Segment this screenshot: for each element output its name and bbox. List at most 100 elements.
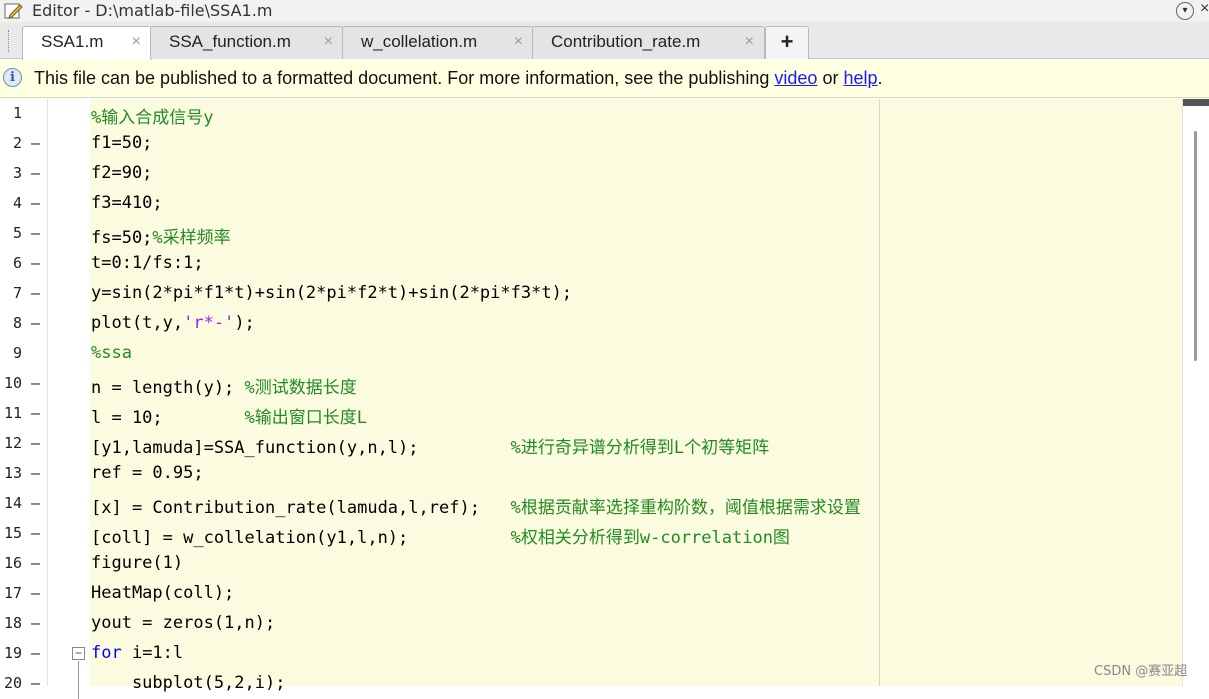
line-number: 16 <box>3 554 22 572</box>
code-line[interactable]: 11– l = 10; %输出窗口长度L <box>0 399 1182 429</box>
code-comment: %输入合成信号y <box>91 108 214 128</box>
code-line[interactable]: 20– subplot(5,2,i); <box>0 669 1182 699</box>
editor-tab-bar: SSA1.m × SSA_function.m × w_collelation.… <box>0 22 1209 60</box>
help-link[interactable]: help <box>843 68 877 88</box>
line-number: 20 <box>3 674 22 692</box>
breakpoint-marker[interactable]: – <box>31 434 40 452</box>
code-line[interactable]: 10– n = length(y); %测试数据长度 <box>0 369 1182 399</box>
code-line[interactable]: 3– f2=90; <box>0 159 1182 189</box>
code-line[interactable]: 4– f3=410; <box>0 189 1182 219</box>
tab-close-icon[interactable]: × <box>132 33 141 51</box>
vertical-scrollbar[interactable] <box>1182 99 1209 686</box>
code-text: f2=90; <box>91 163 152 183</box>
tab-close-icon[interactable]: × <box>745 33 754 51</box>
code-text: HeatMap(coll); <box>91 583 234 603</box>
tab-bar-grip <box>8 30 11 52</box>
code-keyword: for <box>91 643 122 663</box>
code-line[interactable]: 12– [y1,lamuda]=SSA_function(y,n,l); %进行奇… <box>0 429 1182 459</box>
code-text: subplot(5,2,i); <box>91 673 286 693</box>
code-text: y=sin(2*pi*f1*t)+sin(2*pi*f2*t)+sin(2*pi… <box>91 283 572 303</box>
line-number: 14 <box>3 494 22 512</box>
breakpoint-marker[interactable]: – <box>31 254 40 272</box>
breakpoint-marker[interactable]: – <box>31 404 40 422</box>
tab-label: SSA_function.m <box>169 32 291 51</box>
publish-info-message: This file can be published to a formatte… <box>34 68 883 89</box>
info-text: This file can be published to a formatte… <box>34 68 775 88</box>
breakpoint-marker[interactable]: – <box>31 224 40 242</box>
breakpoint-marker[interactable]: – <box>31 494 40 512</box>
watermark: CSDN @赛亚超 <box>1094 664 1188 679</box>
code-string: 'r*-' <box>183 313 235 333</box>
tab-contribution-rate[interactable]: Contribution_rate.m × <box>532 26 765 59</box>
line-number: 13 <box>3 464 22 482</box>
options-menu-icon[interactable]: ▾ <box>1176 2 1194 20</box>
code-line[interactable]: 1 %输入合成信号y <box>0 99 1182 129</box>
close-window-icon[interactable]: × <box>1200 0 1209 18</box>
breakpoint-marker[interactable]: – <box>31 464 40 482</box>
breakpoint-marker[interactable]: – <box>31 584 40 602</box>
code-text: figure(1) <box>91 553 183 573</box>
code-segment: l = 10; <box>91 408 245 428</box>
line-number: 2 <box>12 134 22 152</box>
tab-ssa1[interactable]: SSA1.m × <box>22 26 152 60</box>
breakpoint-marker[interactable]: – <box>31 284 40 302</box>
code-line[interactable]: 2– f1=50; <box>0 129 1182 159</box>
code-line[interactable]: 8– plot(t,y,'r*-'); <box>0 309 1182 339</box>
code-line[interactable]: 6– t=0:1/fs:1; <box>0 249 1182 279</box>
code-line[interactable]: 7– y=sin(2*pi*f1*t)+sin(2*pi*f2*t)+sin(2*… <box>0 279 1182 309</box>
code-text: yout = zeros(1,n); <box>91 613 275 633</box>
code-segment: n = length(y); <box>91 378 245 398</box>
breakpoint-marker[interactable]: – <box>31 674 40 692</box>
code-line[interactable]: 13– ref = 0.95; <box>0 459 1182 489</box>
code-line[interactable]: 17– HeatMap(coll); <box>0 579 1182 609</box>
breakpoint-marker[interactable]: – <box>31 554 40 572</box>
code-line[interactable]: 14– [x] = Contribution_rate(lamuda,l,ref)… <box>0 489 1182 519</box>
code-segment: [coll] = w_collelation(y1,l,n); <box>91 528 511 548</box>
code-text: %输入合成信号y <box>91 103 213 128</box>
code-comment: %进行奇异谱分析得到L个初等矩阵 <box>510 438 770 458</box>
breakpoint-marker[interactable]: – <box>31 164 40 182</box>
breakpoint-marker[interactable]: – <box>31 644 40 662</box>
code-line[interactable]: 9 %ssa <box>0 339 1182 369</box>
breakpoint-marker[interactable]: – <box>31 134 40 152</box>
code-segment: f1=50; <box>91 133 153 153</box>
code-line[interactable]: 5– fs=50;%采样频率 <box>0 219 1182 249</box>
scrollbar-thumb[interactable] <box>1194 131 1197 361</box>
code-text: n = length(y); %测试数据长度 <box>91 373 357 398</box>
tab-label: SSA1.m <box>41 32 104 51</box>
code-segment: subplot(5,2,i); <box>91 673 286 693</box>
code-text: ref = 0.95; <box>91 463 204 483</box>
line-number: 15 <box>3 524 22 542</box>
code-text: %ssa <box>91 343 132 363</box>
code-line[interactable]: 19– − for i=1:l <box>0 639 1182 699</box>
code-segment: ); <box>234 313 255 333</box>
code-line[interactable]: 16– figure(1) <box>0 549 1182 579</box>
fold-toggle-icon[interactable]: − <box>72 647 85 660</box>
tab-w-collelation[interactable]: w_collelation.m × <box>342 26 534 59</box>
video-link[interactable]: video <box>774 68 817 88</box>
line-number: 18 <box>3 614 22 632</box>
code-line[interactable]: 15– [coll] = w_collelation(y1,l,n); %权相关分… <box>0 519 1182 549</box>
line-number: 19 <box>3 644 22 662</box>
tab-label: Contribution_rate.m <box>551 32 701 51</box>
code-segment: y=sin(2*pi*f1*t)+sin(2*pi*f2*t)+sin(2*pi… <box>91 283 573 303</box>
code-segment: f3=410; <box>91 193 163 213</box>
code-comment: %测试数据长度 <box>244 378 357 398</box>
publish-info-bar: i This file can be published to a format… <box>0 60 1209 98</box>
tab-close-icon[interactable]: × <box>324 33 333 51</box>
line-number: 8 <box>12 314 22 332</box>
breakpoint-marker[interactable]: – <box>31 614 40 632</box>
breakpoint-marker[interactable]: – <box>31 314 40 332</box>
breakpoint-marker[interactable]: – <box>31 524 40 542</box>
code-text: plot(t,y,'r*-'); <box>91 313 255 333</box>
tab-ssa-function[interactable]: SSA_function.m × <box>150 26 344 59</box>
code-comment: %输出窗口长度L <box>244 408 368 428</box>
breakpoint-marker[interactable]: – <box>31 194 40 212</box>
code-text: for i=1:l <box>91 643 183 663</box>
new-tab-button[interactable]: + <box>765 26 809 59</box>
line-number: 3 <box>12 164 22 182</box>
breakpoint-marker[interactable]: – <box>31 374 40 392</box>
code-text: [coll] = w_collelation(y1,l,n); %权相关分析得到… <box>91 523 790 548</box>
tab-close-icon[interactable]: × <box>514 33 523 51</box>
code-line[interactable]: 18– yout = zeros(1,n); <box>0 609 1182 639</box>
